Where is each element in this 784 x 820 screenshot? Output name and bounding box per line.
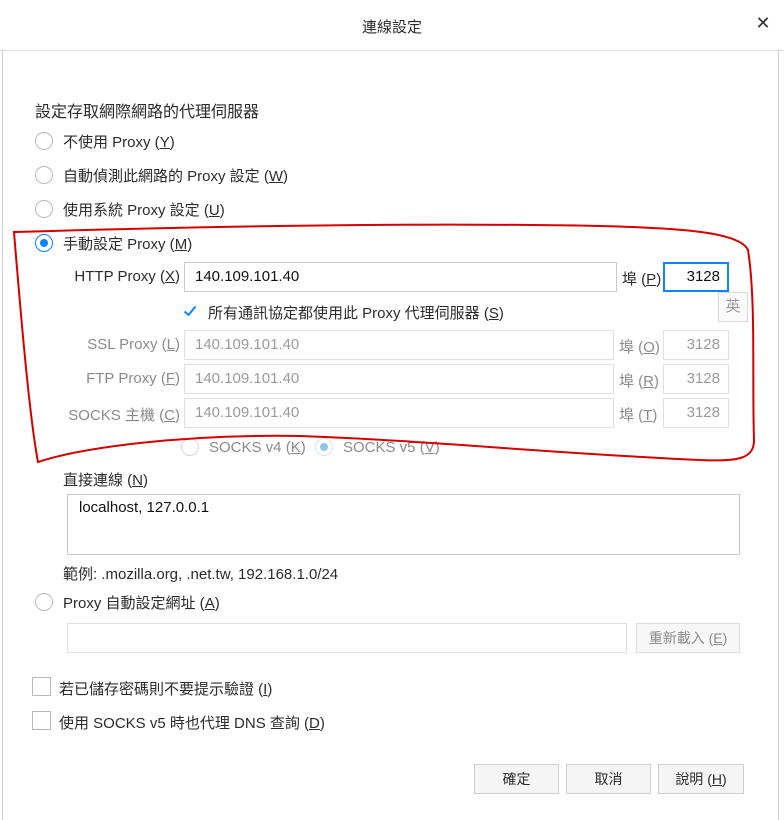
radio-circle[interactable]: [35, 593, 53, 611]
ftp-proxy-label: FTP Proxy (F): [86, 370, 180, 387]
ssl-proxy-label: SSL Proxy (L): [87, 336, 180, 353]
ssl-port-input[interactable]: 3128: [663, 330, 729, 360]
http-port-input[interactable]: 3128: [663, 262, 729, 292]
socks-host-input[interactable]: 140.109.101.40: [184, 398, 614, 428]
socks-dns-label: 使用 SOCKS v5 時也代理 DNS 查詢 (D): [59, 715, 325, 732]
ime-indicator: 英: [718, 292, 748, 322]
radio-auto-config-url[interactable]: Proxy 自動設定網址 (A): [35, 591, 220, 613]
ssl-port-label: 埠 (O): [619, 339, 660, 356]
help-button[interactable]: 說明 (H): [658, 764, 744, 794]
radio-manual-proxy[interactable]: 手動設定 Proxy (M): [35, 232, 192, 254]
socks-port-input[interactable]: 3128: [663, 398, 729, 428]
radio-circle[interactable]: [35, 132, 53, 150]
reload-button[interactable]: 重新載入 (E): [636, 623, 740, 653]
socks-dns-checkbox[interactable]: [32, 711, 51, 730]
share-all-checkbox[interactable]: [181, 302, 199, 320]
radio-circle[interactable]: [181, 438, 199, 456]
socks-port-label: 埠 (T): [619, 407, 658, 424]
close-icon[interactable]: ✕: [752, 12, 774, 34]
ftp-port-input[interactable]: 3128: [663, 364, 729, 394]
radio-socks-v5[interactable]: SOCKS v5 (V): [315, 436, 440, 458]
no-auth-prompt-label: 若已儲存密碼則不要提示驗證 (I): [59, 681, 273, 698]
http-port-label: 埠 (P): [622, 271, 662, 288]
no-proxy-textarea[interactable]: localhost, 127.0.0.1: [67, 494, 740, 555]
radio-circle-checked[interactable]: [315, 438, 333, 456]
cancel-button[interactable]: 取消: [566, 764, 651, 794]
radio-auto-detect[interactable]: 自動偵測此網路的 Proxy 設定 (W): [35, 164, 288, 186]
no-auth-prompt-checkbox[interactable]: [32, 677, 51, 696]
radio-circle[interactable]: [35, 200, 53, 218]
title-bar: 連線設定 ✕: [0, 0, 784, 51]
ftp-port-label: 埠 (R): [619, 373, 660, 390]
checkmark-icon: [183, 305, 197, 317]
http-proxy-label: HTTP Proxy (X): [74, 268, 180, 285]
ssl-proxy-input[interactable]: 140.109.101.40: [184, 330, 614, 360]
window-border-right: [778, 50, 779, 820]
radio-circle[interactable]: [35, 166, 53, 184]
section-heading: 設定存取網際網路的代理伺服器: [35, 104, 260, 121]
no-proxy-label: 直接連線 (N): [63, 472, 149, 489]
auto-config-url-input[interactable]: [67, 623, 627, 653]
radio-no-proxy[interactable]: 不使用 Proxy (Y): [35, 130, 175, 152]
window-border-left: [2, 50, 3, 820]
dialog-title: 連線設定: [361, 19, 422, 36]
radio-system-proxy[interactable]: 使用系統 Proxy 設定 (U): [35, 198, 225, 220]
ftp-proxy-input[interactable]: 140.109.101.40: [184, 364, 614, 394]
socks-host-label: SOCKS 主機 (C): [68, 407, 180, 424]
share-all-label: 所有通訊協定都使用此 Proxy 代理伺服器 (S): [208, 305, 504, 322]
no-proxy-example: 範例: .mozilla.org, .net.tw, 192.168.1.0/2…: [63, 566, 339, 583]
http-proxy-input[interactable]: 140.109.101.40: [184, 262, 617, 292]
ok-button[interactable]: 確定: [474, 764, 559, 794]
radio-circle-checked[interactable]: [35, 234, 53, 252]
radio-socks-v4[interactable]: SOCKS v4 (K): [181, 436, 306, 458]
